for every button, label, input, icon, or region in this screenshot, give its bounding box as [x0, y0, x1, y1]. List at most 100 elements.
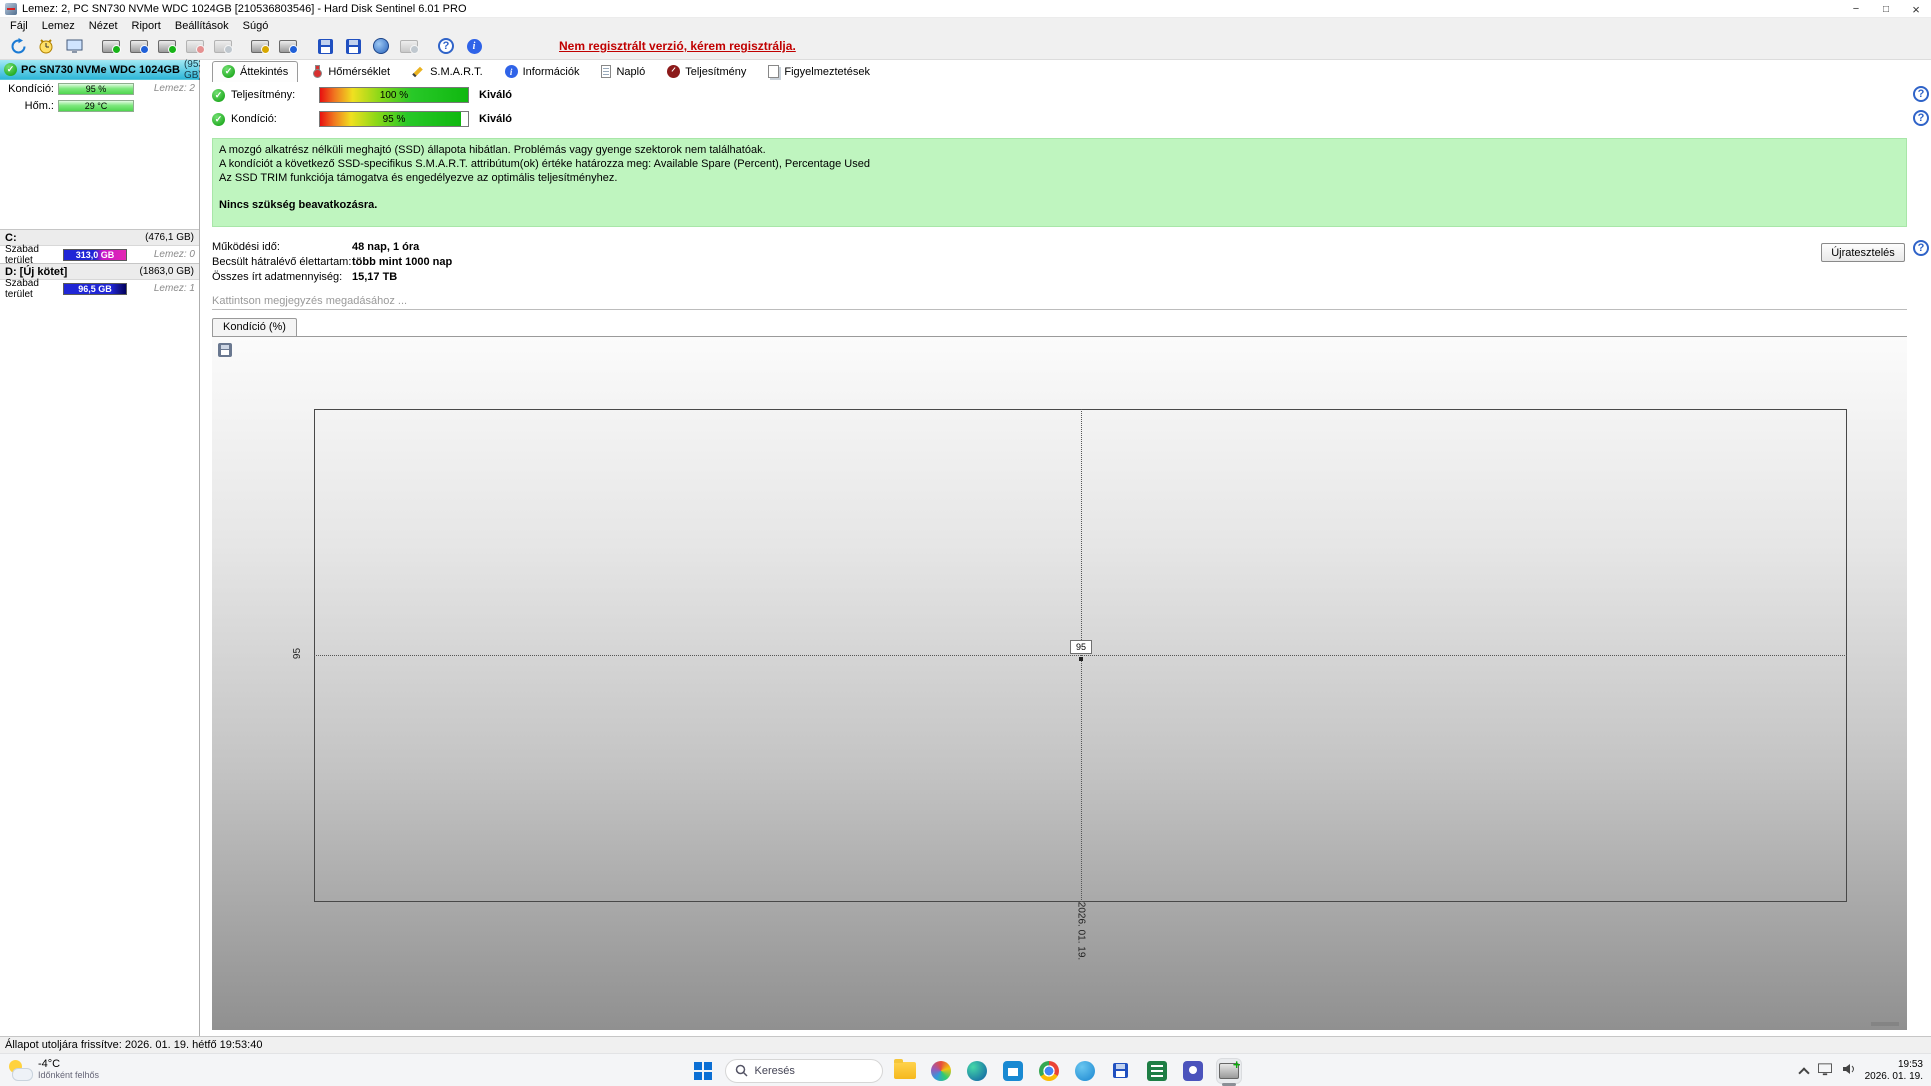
hidden-icons-chevron-icon[interactable] — [1797, 1066, 1810, 1079]
toolbar: Nem regisztrált verzió, kérem regisztrál… — [0, 33, 1931, 60]
taskbar-teams[interactable] — [1179, 1054, 1207, 1086]
tab-label: S.M.A.R.T. — [430, 65, 483, 78]
sidebar-condition-row: Kondíció: 95 % Lemez: 2 — [0, 80, 199, 97]
taskbar-center: Keresés — [689, 1054, 1243, 1086]
app-icon — [5, 2, 17, 15]
disk-search-icon[interactable] — [126, 35, 152, 58]
store-icon — [1002, 1060, 1023, 1081]
tab-label: Hőmérséklet — [328, 65, 391, 78]
close-button[interactable] — [1901, 0, 1931, 18]
titlebar: Lemez: 2, PC SN730 NVMe WDC 1024GB [2105… — [0, 0, 1931, 18]
stat-label: Működési idő: — [212, 240, 280, 253]
taskbar-search[interactable]: Keresés — [724, 1058, 883, 1083]
taskbar-photos[interactable] — [927, 1054, 955, 1086]
refresh-icon[interactable] — [5, 35, 31, 58]
weather-icon — [8, 1059, 33, 1081]
tab-overview[interactable]: Áttekintés — [212, 61, 299, 82]
taskbar-clock[interactable]: 19:53 2026. 01. 19. — [1865, 1059, 1923, 1083]
save-icon[interactable] — [340, 35, 366, 58]
menu-file[interactable]: Fájl — [3, 20, 35, 32]
partition-size: (1863,0 GB) — [139, 266, 194, 277]
network-icon[interactable] — [1817, 1062, 1833, 1079]
disk-error-icon[interactable] — [182, 35, 208, 58]
teams-icon — [1182, 1060, 1203, 1081]
device-icon[interactable] — [396, 35, 422, 58]
menu-settings[interactable]: Beállítások — [168, 20, 236, 32]
taskbar: -4°C Időnként felhős Keresés + 19:53 202… — [0, 1053, 1931, 1086]
menu-help[interactable]: Súgó — [236, 20, 276, 32]
tab-log[interactable]: Napló — [591, 61, 655, 82]
save-report-icon[interactable] — [312, 35, 338, 58]
stat-value: 48 nap, 1 óra — [352, 240, 420, 253]
graph-scrollbar-grip[interactable] — [1871, 1022, 1899, 1026]
tab-label: Napló — [616, 65, 646, 78]
graph-point-label: 95 — [1070, 640, 1092, 654]
alarm-clock-icon[interactable] — [33, 35, 59, 58]
toolbar-separator — [89, 35, 96, 58]
disk-number-label: Lemez: 1 — [153, 283, 195, 294]
web-icon[interactable] — [368, 35, 394, 58]
taskbar-chrome[interactable] — [1035, 1054, 1063, 1086]
taskbar-file-explorer[interactable] — [891, 1054, 919, 1086]
retest-button[interactable]: Újratesztelés — [1821, 243, 1905, 262]
monitor-icon[interactable] — [61, 35, 87, 58]
tab-temperature[interactable]: Hőmérséklet — [300, 61, 400, 82]
sidebar-disk-item[interactable]: PC SN730 NVMe WDC 1024GB (953,9 GB) — [0, 59, 212, 81]
disk-test-icon[interactable] — [98, 35, 124, 58]
taskbar-app-blue[interactable] — [1071, 1054, 1099, 1086]
taskbar-tray: 19:53 2026. 01. 19. — [1797, 1054, 1923, 1086]
tab-alerts[interactable]: Figyelmeztetések — [758, 61, 880, 82]
menu-disk[interactable]: Lemez — [35, 20, 82, 32]
start-button[interactable] — [689, 1054, 717, 1086]
tab-performance[interactable]: Teljesítmény — [657, 61, 756, 82]
menu-view[interactable]: Nézet — [82, 20, 125, 32]
help-icon-stats[interactable] — [1913, 240, 1929, 256]
taskbar-hdsentinel[interactable] — [1215, 1054, 1243, 1086]
health-line-3: Az SSD TRIM funkciója támogatva és enged… — [219, 172, 618, 184]
info-icon — [504, 65, 518, 78]
tab-label: Információk — [522, 65, 580, 78]
weather-temp: -4°C — [38, 1058, 61, 1070]
graph-tab-condition[interactable]: Kondíció (%) — [212, 318, 297, 336]
stat-label: Becsült hátralévő élettartam: — [212, 255, 352, 268]
stat-total-written: Összes írt adatmennyiség: 15,17 TB — [212, 269, 1907, 284]
disk-icon-1[interactable] — [210, 35, 236, 58]
search-icon — [735, 1064, 748, 1077]
health-line-2: A kondíciót a következő SSD-specifikus S… — [219, 158, 870, 170]
stat-value: 15,17 TB — [352, 270, 398, 283]
maximize-button[interactable] — [1871, 0, 1901, 18]
ok-check-icon — [212, 112, 225, 126]
comment-field[interactable]: Kattintson megjegyzés megadásához ... — [212, 293, 1907, 310]
stat-remaining-lifetime: Becsült hátralévő élettartam: több mint … — [212, 254, 1907, 269]
weather-widget[interactable]: -4°C Időnként felhős — [8, 1058, 99, 1081]
volume-icon[interactable] — [1842, 1063, 1856, 1078]
menu-report[interactable]: Riport — [125, 20, 168, 32]
info-icon[interactable] — [461, 35, 487, 58]
free-space-label: Szabad terület — [5, 243, 39, 266]
disk-gear-icon[interactable] — [247, 35, 273, 58]
minimize-button[interactable] — [1841, 0, 1871, 18]
taskbar-store[interactable] — [999, 1054, 1027, 1086]
performance-label: Teljesítmény: — [231, 89, 296, 101]
partition-name: C: — [5, 231, 17, 244]
graph-save-icon[interactable] — [218, 343, 232, 357]
blue-app-icon — [1074, 1060, 1095, 1081]
toolbar-separator — [303, 35, 310, 58]
sidebar-spacer — [0, 114, 199, 229]
help-icon[interactable] — [433, 35, 459, 58]
performance-value: 100 % — [379, 89, 409, 101]
photos-icon — [930, 1060, 951, 1081]
disk-ok-icon[interactable] — [154, 35, 180, 58]
condition-bar: 95 % — [319, 111, 469, 127]
tab-information[interactable]: Információk — [495, 61, 590, 82]
help-icon-condition[interactable] — [1913, 110, 1929, 126]
taskbar-edge[interactable] — [963, 1054, 991, 1086]
register-link[interactable]: Nem regisztrált verzió, kérem regisztrál… — [559, 39, 796, 53]
taskbar-spreadsheet[interactable] — [1143, 1054, 1171, 1086]
disk-shield-icon[interactable] — [275, 35, 301, 58]
partition-free-row-c: Szabad terület 313,0 GB Lemez: 0 — [0, 243, 199, 266]
help-icon-performance[interactable] — [1913, 86, 1929, 102]
tab-smart[interactable]: S.M.A.R.T. — [402, 61, 493, 82]
taskbar-save-app[interactable] — [1107, 1054, 1135, 1086]
disk-number-label: Lemez: 0 — [153, 249, 195, 260]
